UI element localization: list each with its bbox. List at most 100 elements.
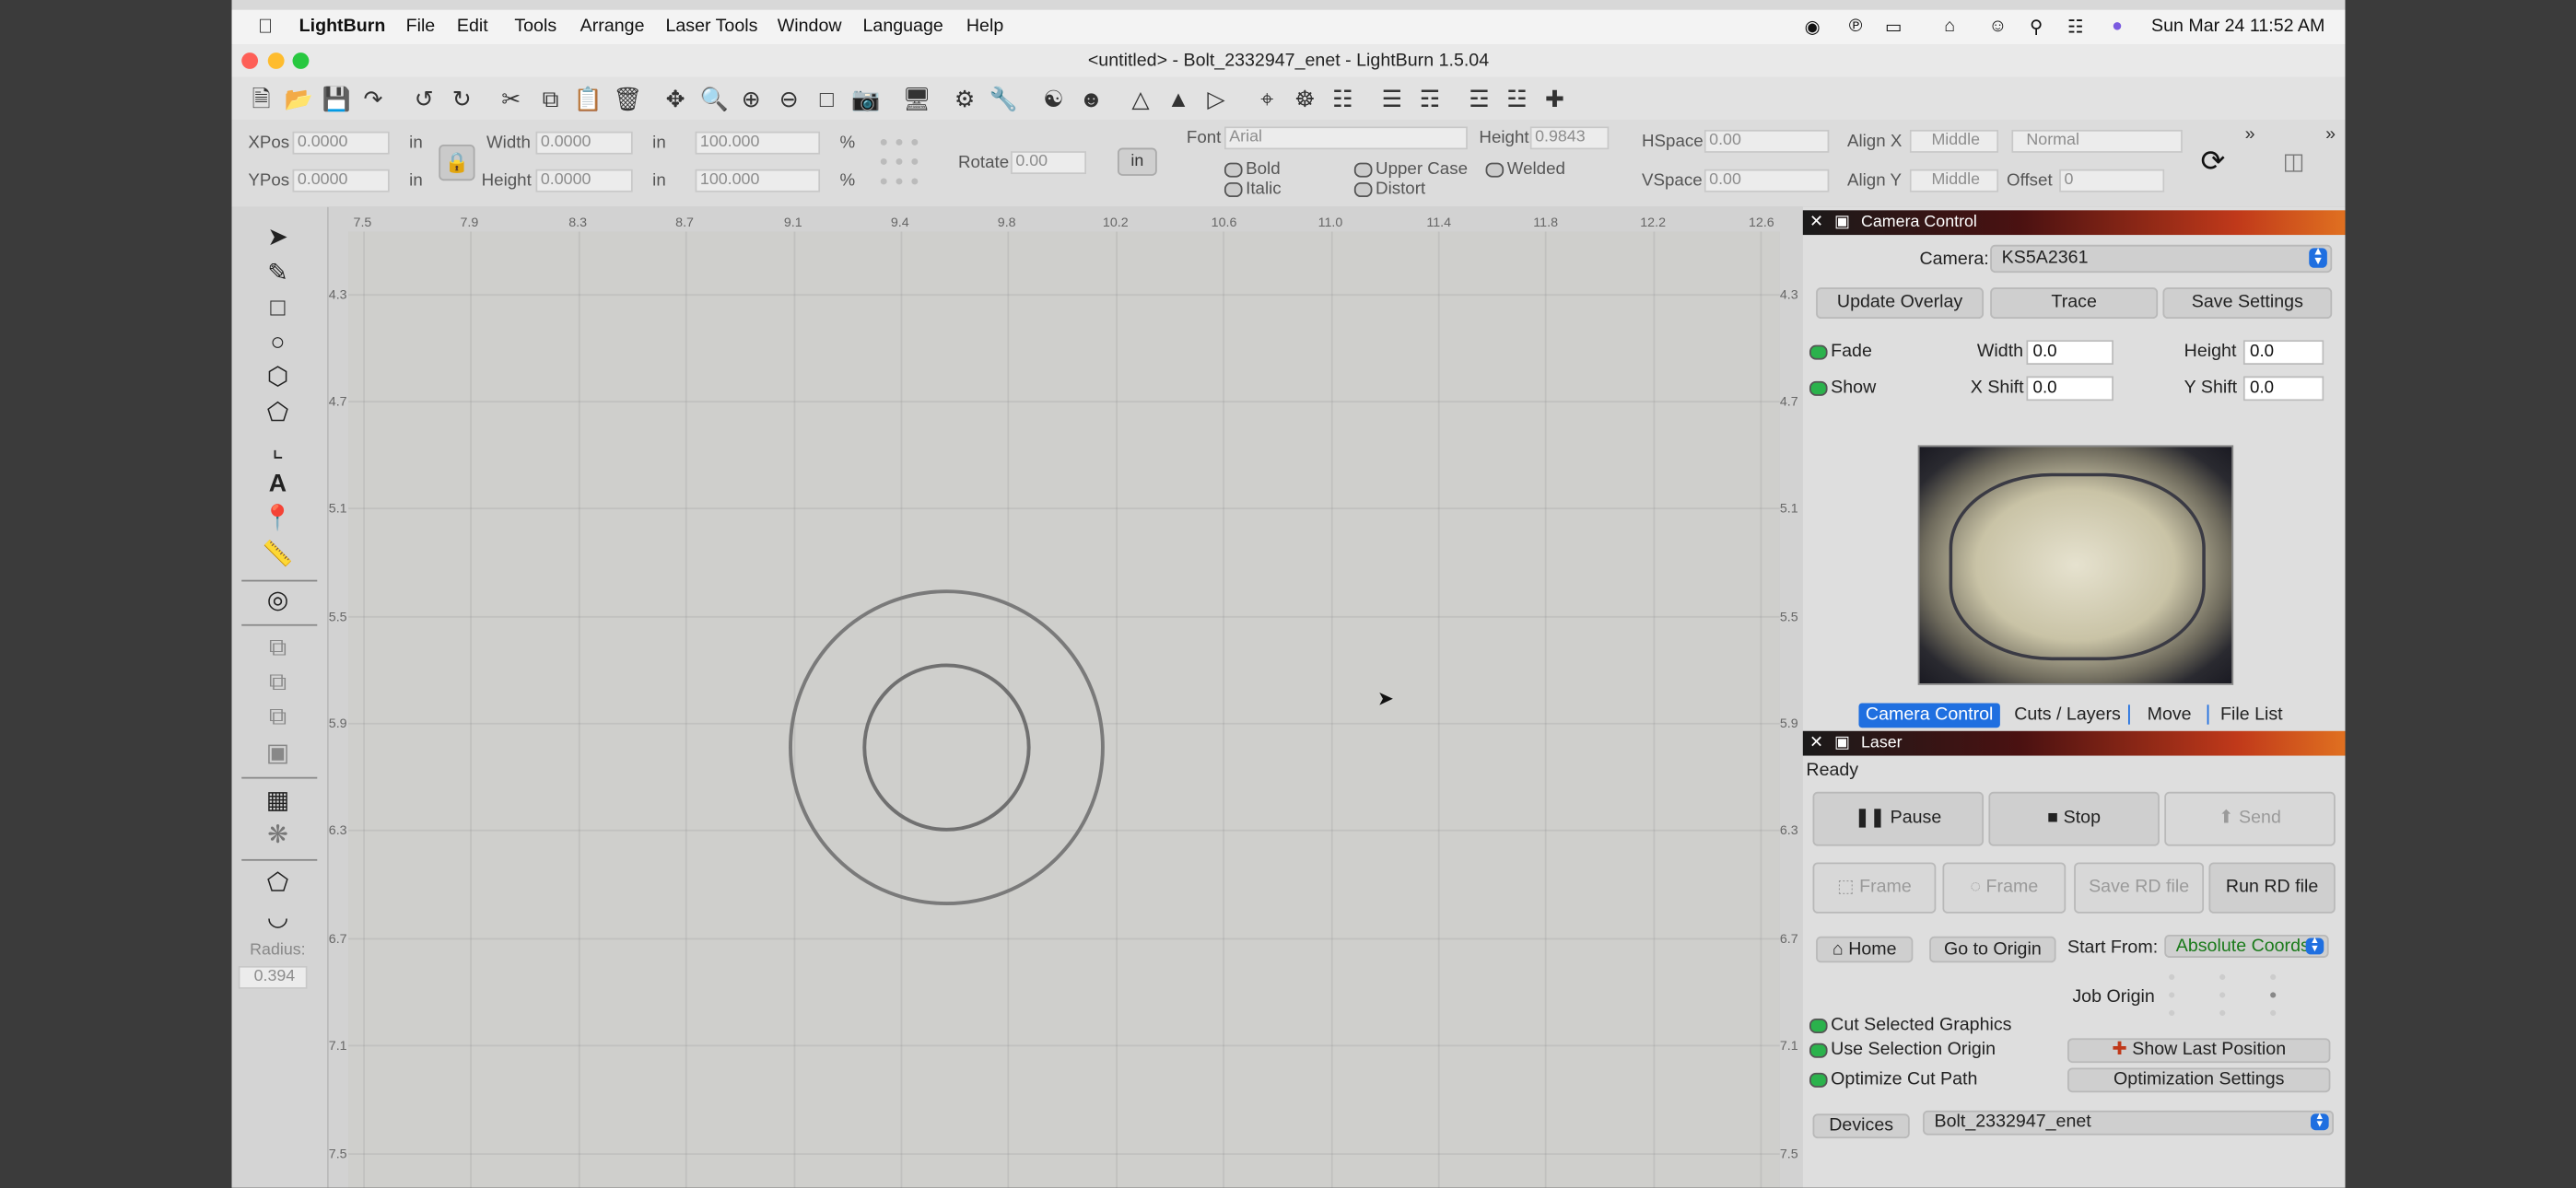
distribute-h-icon[interactable]: ☰ <box>1379 86 1406 112</box>
tab-move[interactable]: Move <box>2135 703 2204 728</box>
rotate-field[interactable]: 0.00 <box>1011 151 1087 175</box>
apple-icon[interactable]:  <box>258 15 273 38</box>
optimize-cut-path-toggle[interactable] <box>1809 1072 1828 1088</box>
pentagon-tool-icon[interactable]: ⬠ <box>260 399 296 428</box>
pause-button[interactable]: ❚❚ Pause <box>1812 791 1985 846</box>
undo-icon[interactable]: ↺ <box>411 86 438 112</box>
lock-icon[interactable]: 🔒 <box>439 144 475 181</box>
xshift-field[interactable]: 0.0 <box>2026 376 2113 402</box>
record-icon[interactable]: ◉ <box>1805 17 1821 38</box>
width-field[interactable]: 0.0 <box>2026 340 2113 366</box>
align-middle-icon[interactable]: ☷ <box>1329 86 1356 112</box>
export-icon[interactable]: ↷ <box>360 86 387 112</box>
weld-icon[interactable]: ▣ <box>260 740 296 769</box>
clock[interactable]: Sun Mar 24 11:52 AM <box>2151 17 2324 36</box>
pen-tool-icon[interactable]: ✎ <box>260 260 296 289</box>
mirror-icon[interactable]: ▲ <box>1165 86 1192 112</box>
tab-file-list[interactable]: File List <box>2214 703 2289 728</box>
zoom-in-icon[interactable]: ⊕ <box>738 86 765 112</box>
align-icon[interactable]: ▷ <box>1203 86 1230 112</box>
fillet-tool-icon[interactable]: ◡ <box>260 903 296 933</box>
trace-button[interactable]: Trace <box>1990 287 2159 320</box>
boolean-subtract-icon[interactable]: ⧉ <box>260 669 296 698</box>
app-menu[interactable]: LightBurn <box>299 17 386 36</box>
ungroup-icon[interactable]: ☻ <box>1078 86 1105 112</box>
distribute-v-icon[interactable]: ☶ <box>1417 86 1444 112</box>
menu-laser-tools[interactable]: Laser Tools <box>665 17 757 36</box>
siri-icon[interactable]: ● <box>2112 17 2123 36</box>
show-toggle[interactable] <box>1809 380 1828 396</box>
menu-tools[interactable]: Tools <box>514 17 556 36</box>
space-v-icon[interactable]: ☳ <box>1504 86 1530 112</box>
height-field[interactable]: 0.0 <box>2242 340 2324 366</box>
copy-icon[interactable]: ⧉ <box>537 86 564 112</box>
panel-close-icon[interactable]: ✕ <box>1809 734 1823 752</box>
vspace-field[interactable]: 0.00 <box>1704 169 1830 192</box>
send-button[interactable]: ⬆ Send <box>2164 791 2336 846</box>
wifi-icon[interactable]: ⌂ <box>1944 17 1955 36</box>
xpos-field[interactable]: 0.0000 <box>292 131 390 155</box>
devices-button[interactable]: Devices <box>1812 1113 1910 1139</box>
menu-help[interactable]: Help <box>966 17 1003 36</box>
panel-float-icon[interactable]: ▣ <box>1834 214 1850 232</box>
update-overlay-button[interactable]: Update Overlay <box>1816 287 1985 320</box>
cut-selected-toggle[interactable] <box>1809 1018 1828 1034</box>
tab-camera-control[interactable]: Camera Control <box>1858 703 2000 728</box>
battery-icon[interactable]: ▭ <box>1885 17 1903 38</box>
move-icon[interactable]: ✥ <box>662 86 689 112</box>
flip-horizontal-icon[interactable]: △ <box>1128 86 1154 112</box>
text-mode-select[interactable]: Normal <box>2011 129 2183 153</box>
crop-tool-icon[interactable]: ⌞ <box>260 436 296 465</box>
space-h-icon[interactable]: ☲ <box>1466 86 1493 112</box>
panel-float-icon[interactable]: ▣ <box>1834 734 1850 752</box>
frame-rect-button[interactable]: ⬚ Frame <box>1812 862 1937 914</box>
position-laser-icon[interactable]: 📍 <box>260 505 296 534</box>
align-x-select[interactable]: Middle <box>1909 129 1999 153</box>
scale-height-field[interactable]: 100.000 <box>695 169 821 192</box>
bold-toggle[interactable] <box>1224 162 1243 178</box>
control-center-icon[interactable]: ☷ <box>2067 17 2084 38</box>
open-file-icon[interactable]: 📂 <box>285 86 313 112</box>
menu-arrange[interactable]: Arrange <box>580 17 645 36</box>
camera-capture-icon[interactable]: 📷 <box>851 86 880 112</box>
measure-tool-icon[interactable]: 📏 <box>260 541 296 570</box>
anchor-point-grid[interactable]: ●●● ●●● ●●● <box>879 132 944 194</box>
ellipse-tool-icon[interactable]: ○ <box>260 329 296 358</box>
align-y-select[interactable]: Middle <box>1909 169 1999 192</box>
font-height-field[interactable]: 0.9843 <box>1529 126 1610 150</box>
job-origin-selector[interactable]: ●●● ●●● ●●● <box>2168 968 2300 1024</box>
zoom-frame-icon[interactable]: □ <box>814 86 840 112</box>
run-rd-file-button[interactable]: Run RD file <box>2208 862 2336 914</box>
new-file-icon[interactable]: 🗎 <box>248 86 275 112</box>
offset-tool-icon[interactable]: ◎ <box>260 587 296 616</box>
zoom-out-icon[interactable]: ⊖ <box>776 86 802 112</box>
tools-wrench-icon[interactable]: 🔧 <box>989 86 1018 112</box>
start-from-select[interactable]: Absolute Coords ▲ ▼ <box>2164 934 2329 958</box>
height-field[interactable]: 0.0000 <box>535 169 633 192</box>
corner-tool-icon[interactable]: ⬠ <box>260 869 296 899</box>
show-last-position-button[interactable]: ✚ Show Last Position <box>2067 1038 2331 1064</box>
align-center-icon[interactable]: ☸ <box>1292 86 1318 112</box>
delete-icon[interactable]: 🗑 <box>613 86 642 112</box>
snap-icon[interactable]: ✚ <box>1541 86 1568 112</box>
upper-case-toggle[interactable] <box>1353 162 1373 178</box>
rectangle-tool-icon[interactable]: □ <box>260 294 296 323</box>
go-to-origin-button[interactable]: Go to Origin <box>1929 936 2056 963</box>
group-icon[interactable]: ☯ <box>1040 86 1067 112</box>
menu-window[interactable]: Window <box>778 17 842 36</box>
spotlight-search-icon[interactable]: ⚲ <box>2030 17 2043 38</box>
menu-file[interactable]: File <box>406 17 436 36</box>
paste-icon[interactable]: 📋 <box>574 86 603 112</box>
dock-panel-icon[interactable]: ◫ <box>2283 148 2305 176</box>
offset-field[interactable]: 0 <box>2059 169 2165 192</box>
ypos-field[interactable]: 0.0000 <box>292 169 390 192</box>
text-tool-icon[interactable]: A <box>260 470 296 499</box>
polygon-tool-icon[interactable]: ⬡ <box>260 363 296 392</box>
cut-icon[interactable]: ✂ <box>498 86 524 112</box>
user-icon[interactable]: ☺ <box>1988 17 2007 36</box>
scale-width-field[interactable]: 100.000 <box>695 131 821 155</box>
monitor-icon[interactable]: 🖥 <box>902 86 931 112</box>
device-select[interactable]: Bolt_2332947_enet ▲ ▼ <box>1923 1110 2334 1136</box>
crosshair-icon[interactable]: ⌖ <box>1254 86 1281 112</box>
select-tool-icon[interactable]: ➤ <box>260 224 296 253</box>
